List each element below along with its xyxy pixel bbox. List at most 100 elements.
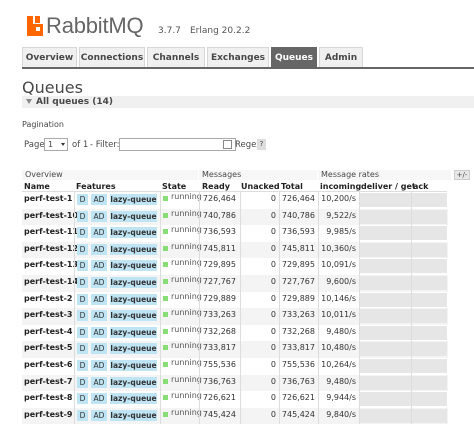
tab-overview[interactable]: Overview [22, 47, 77, 67]
all-queues-section-toggle[interactable]: All queues (14) [22, 96, 474, 108]
feature-autodelete-badge[interactable]: AD [91, 243, 107, 255]
feature-autodelete-badge[interactable]: AD [91, 360, 107, 371]
feature-durable-badge[interactable]: D [77, 194, 88, 205]
feature-policy-badge[interactable]: lazy-queue [110, 243, 157, 255]
ack-rate [412, 226, 447, 241]
feature-policy-badge[interactable]: lazy-queue [110, 343, 157, 355]
feature-autodelete-badge[interactable]: AD [91, 227, 107, 239]
total-count: 733,817 [281, 343, 315, 353]
incoming-rate: 9,480/s [326, 326, 356, 336]
feature-autodelete-badge[interactable]: AD [91, 194, 107, 205]
ready-count: 729,895 [202, 260, 236, 270]
feature-autodelete-badge[interactable]: AD [91, 343, 107, 355]
filter-input[interactable] [119, 138, 236, 151]
feature-durable-badge[interactable]: D [77, 227, 88, 239]
queue-name-link[interactable]: perf-test-14 [24, 275, 78, 292]
table-row: perf-test-1 D AD lazy-queue running 726,464 0 7… [22, 192, 448, 209]
unacked-count: 0 [270, 393, 276, 403]
col-ready[interactable]: Ready [202, 181, 230, 192]
col-unacked[interactable]: Unacked [241, 181, 280, 192]
queue-name-link[interactable]: perf-test-10 [24, 209, 78, 226]
feature-autodelete-badge[interactable]: AD [91, 293, 107, 305]
running-status-icon [163, 411, 168, 417]
feature-policy-badge[interactable]: lazy-queue [110, 194, 157, 205]
queue-name-link[interactable]: perf-test-11 [24, 225, 78, 242]
feature-policy-badge[interactable]: lazy-queue [110, 293, 157, 305]
feature-policy-badge[interactable]: lazy-queue [110, 210, 157, 222]
feature-policy-badge[interactable]: lazy-queue [110, 260, 157, 272]
feature-durable-badge[interactable]: D [77, 360, 88, 371]
tab-exchanges[interactable]: Exchanges [207, 47, 269, 67]
feature-autodelete-badge[interactable]: AD [91, 310, 107, 322]
regex-checkbox[interactable] [223, 140, 232, 149]
queue-name-link[interactable]: perf-test-13 [24, 258, 78, 275]
feature-policy-badge[interactable]: lazy-queue [110, 409, 157, 421]
unacked-count: 0 [270, 210, 276, 220]
column-separator [74, 391, 75, 408]
feature-durable-badge[interactable]: D [77, 243, 88, 255]
queue-name-link[interactable]: perf-test-8 [24, 391, 72, 408]
tab-queues[interactable]: Queues [271, 47, 317, 67]
column-separator [74, 358, 75, 375]
queue-state: running [171, 308, 202, 318]
col-incoming[interactable]: incoming [320, 181, 361, 192]
feature-durable-badge[interactable]: D [77, 210, 88, 222]
feature-durable-badge[interactable]: D [77, 409, 88, 421]
erlang-version-label: Erlang 20.2.2 [190, 26, 251, 36]
feature-policy-badge[interactable]: lazy-queue [110, 277, 157, 288]
column-separator [160, 258, 161, 275]
feature-policy-badge[interactable]: lazy-queue [110, 310, 157, 322]
queue-name-link[interactable]: perf-test-9 [24, 408, 72, 425]
feature-autodelete-badge[interactable]: AD [91, 393, 107, 405]
deliver-get-rate [360, 309, 411, 324]
feature-autodelete-badge[interactable]: AD [91, 326, 107, 338]
queue-name-link[interactable]: perf-test-1 [24, 192, 72, 209]
feature-durable-badge[interactable]: D [77, 343, 88, 355]
feature-policy-badge[interactable]: lazy-queue [110, 376, 157, 388]
col-features[interactable]: Features [76, 181, 116, 192]
feature-durable-badge[interactable]: D [77, 393, 88, 405]
total-count: 740,786 [281, 210, 315, 220]
table-row: perf-test-9 D AD lazy-queue running 745,424 0 7… [22, 407, 448, 425]
feature-autodelete-badge[interactable]: AD [91, 260, 107, 272]
column-toggle-button[interactable]: +/- [454, 170, 470, 180]
column-separator [74, 258, 75, 275]
col-ack[interactable]: ack [413, 181, 428, 192]
feature-durable-badge[interactable]: D [77, 310, 88, 322]
col-name[interactable]: Name [24, 181, 50, 192]
feature-policy-badge[interactable]: lazy-queue [110, 393, 157, 405]
col-total[interactable]: Total [281, 181, 303, 192]
ack-rate [412, 408, 447, 423]
help-icon[interactable]: ? [257, 139, 266, 150]
feature-autodelete-badge[interactable]: AD [91, 210, 107, 222]
tab-admin[interactable]: Admin [319, 47, 363, 67]
feature-durable-badge[interactable]: D [77, 260, 88, 272]
queue-state: running [171, 192, 202, 201]
rabbitmq-logo[interactable]: RabbitMQ [27, 13, 144, 39]
queue-name-link[interactable]: perf-test-7 [24, 375, 72, 392]
column-separator [160, 241, 161, 259]
queue-name-link[interactable]: perf-test-6 [24, 358, 72, 375]
tab-connections[interactable]: Connections [79, 47, 145, 67]
queue-name-link[interactable]: perf-test-5 [24, 341, 72, 358]
queue-name-link[interactable]: perf-test-4 [24, 325, 72, 342]
queue-name-link[interactable]: perf-test-2 [24, 292, 72, 309]
col-state[interactable]: State [162, 181, 186, 192]
feature-durable-badge[interactable]: D [77, 293, 88, 305]
tab-channels[interactable]: Channels [147, 47, 205, 67]
feature-autodelete-badge[interactable]: AD [91, 409, 107, 421]
feature-durable-badge[interactable]: D [77, 277, 88, 288]
feature-policy-badge[interactable]: lazy-queue [110, 360, 157, 371]
column-separator [199, 275, 200, 292]
feature-durable-badge[interactable]: D [77, 376, 88, 388]
page-select[interactable]: 1 [44, 138, 68, 151]
feature-autodelete-badge[interactable]: AD [91, 277, 107, 288]
feature-durable-badge[interactable]: D [77, 326, 88, 338]
feature-policy-badge[interactable]: lazy-queue [110, 326, 157, 338]
queue-name-link[interactable]: perf-test-12 [24, 242, 78, 259]
feature-policy-badge[interactable]: lazy-queue [110, 227, 157, 239]
queue-name-link[interactable]: perf-test-3 [24, 308, 72, 325]
feature-autodelete-badge[interactable]: AD [91, 376, 107, 388]
table-row: perf-test-8 D AD lazy-queue running 726,621 0 7… [22, 391, 448, 408]
col-deliver-get[interactable]: deliver / get [361, 181, 416, 192]
